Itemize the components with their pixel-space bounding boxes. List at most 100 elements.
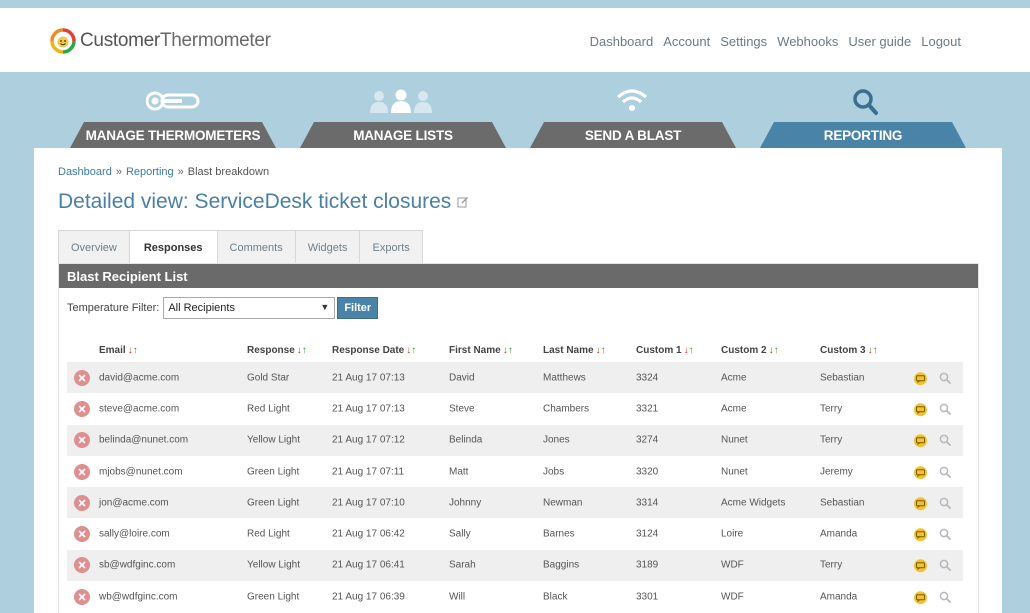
- comment-icon[interactable]: [913, 590, 928, 604]
- temperature-filter-select[interactable]: All Recipients ▼: [163, 297, 336, 319]
- cell-last-name: Matthews: [543, 372, 586, 384]
- breadcrumb-separator: »: [177, 166, 184, 178]
- breadcrumb-current: Blast breakdown: [187, 166, 270, 178]
- table-row: mjobs@nunet.com Green Light 21 Aug 17 07…: [67, 455, 963, 488]
- subtab-exports[interactable]: Exports: [359, 230, 423, 264]
- cell-response: Gold Star: [247, 372, 290, 384]
- magnifier-icon[interactable]: [939, 528, 951, 541]
- top-nav: Dashboard Account Settings Webhooks User…: [590, 34, 961, 49]
- search-icon[interactable]: [851, 88, 879, 116]
- comment-icon[interactable]: [913, 497, 928, 511]
- delete-icon[interactable]: [74, 400, 90, 417]
- tab-manage-lists[interactable]: MANAGE LISTS: [300, 122, 506, 148]
- sort-asc-icon[interactable]: ↑: [601, 345, 606, 356]
- cell-custom-3: Amanda: [820, 591, 858, 603]
- cell-response: Yellow Light: [247, 559, 301, 571]
- table-row: david@acme.com Gold Star 21 Aug 17 07:13…: [67, 362, 963, 394]
- comment-icon[interactable]: [913, 465, 928, 479]
- cell-first-name: Sarah: [449, 559, 476, 571]
- comment-icon[interactable]: [913, 528, 928, 542]
- sort-asc-icon[interactable]: ↑: [774, 345, 779, 356]
- people-icon[interactable]: [368, 89, 434, 113]
- cell-last-name: Jones: [543, 434, 570, 446]
- nav-user-guide[interactable]: User guide: [848, 34, 911, 49]
- cell-response: Red Light: [247, 403, 290, 415]
- nav-webhooks[interactable]: Webhooks: [777, 34, 838, 49]
- magnifier-icon[interactable]: [939, 466, 951, 478]
- cell-custom-2: Nunet: [721, 466, 748, 478]
- subtab-widgets[interactable]: Widgets: [294, 230, 361, 264]
- magnifier-icon[interactable]: [939, 559, 951, 572]
- sort-asc-icon[interactable]: ↑: [873, 345, 878, 356]
- cell-custom-3: Jeremy: [820, 466, 853, 478]
- cell-last-name: Newman: [543, 497, 583, 509]
- delete-icon[interactable]: [74, 557, 90, 574]
- chevron-down-icon: ▼: [320, 302, 330, 312]
- col-response[interactable]: Response ↓↑: [247, 345, 307, 356]
- nav-dashboard[interactable]: Dashboard: [590, 34, 654, 49]
- delete-icon[interactable]: [74, 369, 90, 386]
- table-row: sb@wdfginc.com Yellow Light 21 Aug 17 06…: [67, 549, 963, 582]
- col-custom-3[interactable]: Custom 3 ↓↑: [820, 345, 878, 356]
- delete-icon[interactable]: [74, 526, 90, 543]
- recipient-table: Email ↓↑ Response ↓↑ Response Date ↓↑ First…: [67, 340, 963, 613]
- col-first-name[interactable]: First Name ↓↑: [449, 345, 513, 356]
- recipient-list: Blast Recipient List Temperature Filter:…: [58, 263, 979, 613]
- cell-response-date: 21 Aug 17 07:13: [332, 403, 405, 415]
- filter-label: Temperature Filter:: [67, 302, 160, 314]
- magnifier-icon[interactable]: [939, 434, 951, 447]
- delete-icon[interactable]: [74, 432, 90, 449]
- subtab-overview[interactable]: Overview: [58, 230, 130, 264]
- cell-custom-3: Terry: [820, 403, 843, 415]
- delete-icon[interactable]: [74, 588, 90, 605]
- comment-icon[interactable]: [913, 559, 928, 573]
- comment-icon[interactable]: [913, 371, 928, 385]
- comment-icon[interactable]: [913, 403, 928, 417]
- cell-last-name: Black: [543, 591, 568, 603]
- col-last-name[interactable]: Last Name ↓↑: [543, 345, 606, 356]
- top-stripe: [0, 0, 1030, 8]
- magnifier-icon[interactable]: [939, 497, 951, 509]
- subtab-responses[interactable]: Responses: [128, 230, 218, 265]
- col-custom-1[interactable]: Custom 1 ↓↑: [636, 345, 694, 356]
- delete-icon[interactable]: [74, 463, 90, 480]
- nav-logout[interactable]: Logout: [921, 34, 961, 49]
- cell-custom-3: Terry: [820, 559, 843, 571]
- magnifier-icon[interactable]: [939, 372, 951, 384]
- wifi-icon[interactable]: [616, 88, 648, 112]
- nav-account[interactable]: Account: [663, 34, 710, 49]
- logo[interactable]: CustomerThermometer: [50, 27, 271, 55]
- table-row: steve@acme.com Red Light 21 Aug 17 07:13…: [67, 393, 963, 425]
- filter-button[interactable]: Filter: [337, 297, 379, 319]
- magnifier-icon[interactable]: [939, 403, 951, 415]
- tab-reporting[interactable]: REPORTING: [760, 122, 966, 148]
- content-panel: Dashboard» Reporting» Blast breakdown Deta…: [34, 148, 1002, 613]
- tab-send-a-blast[interactable]: SEND A BLAST: [530, 122, 736, 148]
- sort-asc-icon[interactable]: ↑: [302, 345, 307, 356]
- sort-asc-icon[interactable]: ↑: [508, 345, 513, 356]
- sort-asc-icon[interactable]: ↑: [411, 345, 416, 356]
- cell-email: sb@wdfginc.com: [99, 559, 176, 571]
- delete-icon[interactable]: [74, 494, 90, 511]
- cell-last-name: Chambers: [543, 403, 590, 415]
- subtab-comments[interactable]: Comments: [216, 230, 296, 264]
- cell-custom-3: Sebastian: [820, 497, 865, 509]
- tab-manage-thermometers[interactable]: MANAGE THERMOMETERS: [70, 122, 276, 148]
- cell-email: david@acme.com: [99, 372, 180, 384]
- col-custom-2[interactable]: Custom 2 ↓↑: [721, 345, 779, 356]
- col-email[interactable]: Email ↓↑: [99, 345, 138, 356]
- cell-last-name: Baggins: [543, 559, 580, 571]
- breadcrumb-reporting[interactable]: Reporting: [126, 166, 174, 178]
- col-response-date[interactable]: Response Date ↓↑: [332, 345, 416, 356]
- edit-icon[interactable]: [457, 196, 469, 208]
- sort-asc-icon[interactable]: ↑: [133, 345, 138, 356]
- cell-email: belinda@nunet.com: [99, 434, 189, 446]
- breadcrumb-dashboard[interactable]: Dashboard: [58, 166, 112, 178]
- magnifier-icon[interactable]: [939, 591, 951, 603]
- comment-icon[interactable]: [913, 434, 928, 448]
- sort-asc-icon[interactable]: ↑: [689, 345, 694, 356]
- thermometer-icon[interactable]: [146, 90, 200, 112]
- cell-custom-1: 3324: [636, 372, 659, 384]
- nav-settings[interactable]: Settings: [720, 34, 767, 49]
- cell-custom-1: 3320: [636, 466, 659, 478]
